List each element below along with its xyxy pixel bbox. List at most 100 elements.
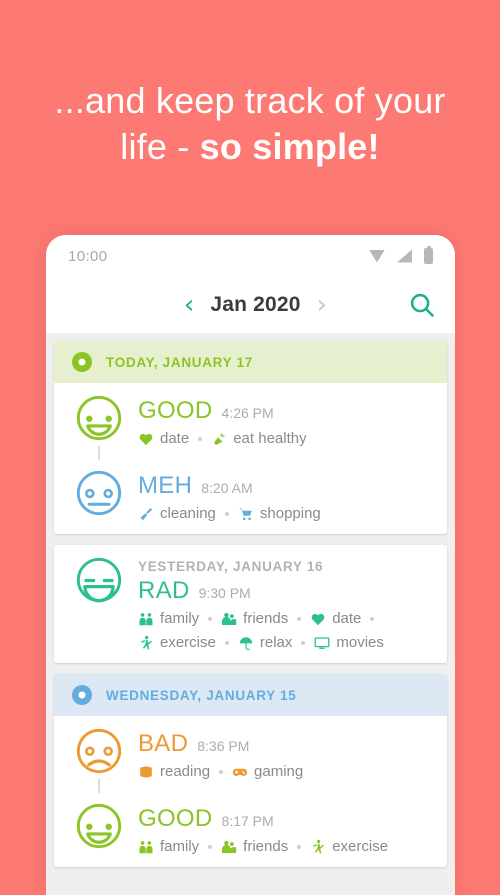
tag-separator [297, 844, 302, 849]
day-card[interactable]: WEDNESDAY, JANUARY 15 BAD 8:36 PM reading ga… [54, 674, 447, 867]
entry-body: BAD 8:36 PM reading gaming [126, 728, 429, 793]
mood-name: MEH [138, 472, 193, 499]
activity-tags: cleaning shopping [138, 505, 429, 522]
activity-tag-label: family [160, 838, 200, 855]
tag-separator [198, 436, 203, 441]
timeline-connector [98, 779, 100, 793]
tag-separator [301, 640, 306, 645]
day-header: TODAY, JANUARY 17 [54, 341, 447, 383]
mood-entry[interactable]: MEH 8:20 AM cleaning shopping [54, 462, 447, 524]
mood-name: RAD [138, 577, 190, 604]
friends-icon [221, 611, 237, 627]
activity-tag[interactable]: shopping [238, 505, 321, 522]
headline-plain: life - [120, 126, 200, 167]
activity-tag[interactable]: eat healthy [211, 430, 307, 447]
mood-entry[interactable]: GOOD 4:26 PM date eat healthy [54, 387, 447, 462]
tag-separator [224, 640, 229, 645]
mood-face-column [72, 728, 126, 793]
umbrella-icon [238, 635, 254, 651]
mood-entry[interactable]: BAD 8:36 PM reading gaming [54, 720, 447, 795]
month-navigator: ‹ Jan 2020 › [174, 292, 327, 318]
mood-face-column [72, 803, 126, 855]
activity-tag[interactable]: cleaning [138, 505, 216, 522]
face-rad-icon [76, 557, 122, 603]
exercise-icon [138, 635, 154, 651]
phone-mockup: 10:00 ‹ Jan 2020 › TODAY, JANUARY 17 GOOD… [46, 235, 455, 895]
face-meh-icon [76, 470, 122, 516]
tag-separator [219, 769, 224, 774]
activity-tag[interactable]: family [138, 610, 199, 627]
activity-tag[interactable]: date [138, 430, 189, 447]
app-bar: ‹ Jan 2020 › [46, 277, 455, 333]
family-icon [138, 839, 154, 855]
activity-tags: date eat healthy [138, 430, 429, 447]
status-bar-clock: 10:00 [68, 247, 108, 265]
activity-tag-label: family [160, 610, 200, 627]
activity-tag-label: eat healthy [233, 430, 307, 447]
mood-time: 8:36 PM [197, 738, 250, 754]
face-good-icon [76, 395, 122, 441]
headline-bold: so simple! [199, 126, 380, 167]
previous-month-button[interactable]: ‹ [184, 292, 194, 318]
headline-line-2: life - so simple! [24, 124, 476, 170]
activity-tag-label: gaming [254, 763, 304, 780]
entry-list: YESTERDAY, JANUARY 16 RAD 9:30 PM family fri… [54, 545, 447, 663]
carrot-icon [211, 431, 227, 447]
mood-face-column [72, 557, 126, 651]
tag-separator [297, 616, 302, 621]
mood-name: BAD [138, 730, 189, 757]
family-icon [138, 611, 154, 627]
activity-tag[interactable]: movies [314, 634, 384, 651]
mood-entry[interactable]: YESTERDAY, JANUARY 16 RAD 9:30 PM family fri… [54, 549, 447, 653]
day-label: TODAY, JANUARY 17 [106, 354, 253, 370]
next-month-button[interactable]: › [317, 292, 327, 318]
mood-entry[interactable]: GOOD 8:17 PM family friends exercise [54, 795, 447, 857]
activity-tag[interactable]: exercise [310, 838, 388, 855]
headline-line-1: ...and keep track of your [54, 80, 446, 121]
friends-icon [221, 839, 237, 855]
activity-tag[interactable]: exercise [138, 634, 216, 651]
activity-tag-label: exercise [160, 634, 216, 651]
activity-tag[interactable]: family [138, 838, 199, 855]
activity-tags: reading gaming [138, 763, 429, 780]
day-dot-icon [72, 685, 92, 705]
activity-tag[interactable]: friends [221, 838, 288, 855]
activity-tag[interactable]: gaming [232, 763, 303, 780]
current-month-label: Jan 2020 [210, 293, 301, 316]
mood-line: GOOD 4:26 PM [138, 397, 429, 425]
activity-tags: family friends date exercise relax movies [138, 610, 429, 651]
activity-tag-label: date [160, 430, 190, 447]
entry-list: BAD 8:36 PM reading gaming GOOD 8:17 PM family… [54, 716, 447, 867]
mood-line: MEH 8:20 AM [138, 472, 429, 500]
exercise-icon [310, 839, 326, 855]
activity-tag[interactable]: friends [221, 610, 288, 627]
day-card[interactable]: TODAY, JANUARY 17 GOOD 4:26 PM date eat heal… [54, 341, 447, 534]
battery-icon [424, 245, 433, 264]
activity-tag[interactable]: relax [238, 634, 293, 651]
activity-tag[interactable]: date [310, 610, 361, 627]
book-icon [138, 764, 154, 780]
mood-time: 8:20 AM [201, 480, 253, 496]
cart-icon [238, 506, 254, 522]
activity-tag-label: shopping [259, 505, 321, 522]
entry-feed[interactable]: TODAY, JANUARY 17 GOOD 4:26 PM date eat heal… [46, 333, 455, 895]
page-title: ...and keep track of your life - so simp… [0, 78, 500, 170]
activity-tag-label: reading [160, 763, 211, 780]
entry-body: GOOD 8:17 PM family friends exercise [126, 803, 429, 855]
mood-line: GOOD 8:17 PM [138, 805, 429, 833]
mood-time: 4:26 PM [221, 405, 274, 421]
activity-tag-label: date [332, 610, 362, 627]
activity-tag-label: movies [336, 634, 384, 651]
day-dot-icon [72, 352, 92, 372]
activity-tag-label: friends [243, 838, 289, 855]
tag-separator [224, 511, 229, 516]
activity-tag-label: relax [259, 634, 293, 651]
tag-separator [208, 844, 213, 849]
status-bar-icons [369, 245, 433, 264]
mood-time: 9:30 PM [198, 585, 251, 601]
search-icon[interactable] [407, 290, 437, 320]
mood-name: GOOD [138, 805, 213, 832]
activity-tag[interactable]: reading [138, 763, 210, 780]
mood-face-column [72, 395, 126, 460]
day-card[interactable]: YESTERDAY, JANUARY 16 RAD 9:30 PM family fri… [54, 545, 447, 663]
